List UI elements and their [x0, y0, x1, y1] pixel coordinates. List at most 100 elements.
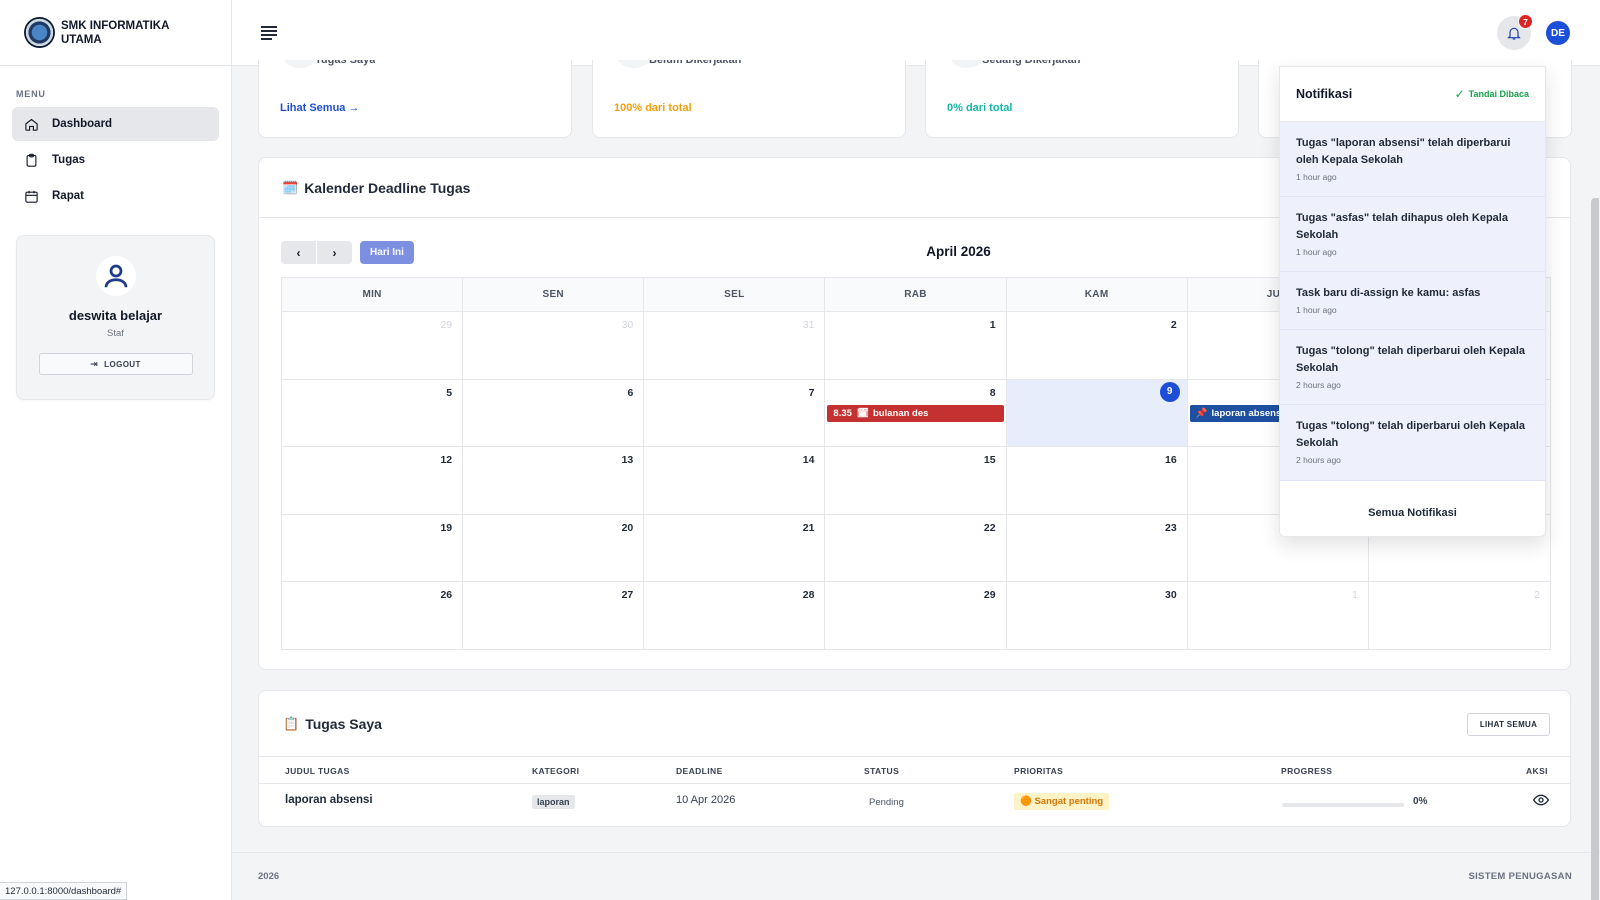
calendar-day[interactable]: 21 — [644, 514, 826, 582]
notification-item[interactable]: Task baru di-assign ke kamu: asfas 1 hour… — [1280, 272, 1545, 330]
sidebar-item-rapat[interactable]: Rapat — [12, 179, 219, 213]
calendar-day[interactable]: 13 — [463, 447, 645, 514]
column-header: KATEGORI — [532, 766, 580, 776]
calendar-day[interactable]: 16 — [1007, 447, 1188, 514]
calendar-day[interactable]: 15 — [825, 447, 1007, 514]
calendar-day[interactable]: 20 — [463, 514, 645, 582]
user-icon — [104, 264, 127, 288]
all-notifications-link[interactable]: Semua Notifikasi — [1280, 489, 1545, 536]
user-avatar[interactable]: DE — [1546, 21, 1570, 45]
day-number: 27 — [621, 589, 634, 602]
category-chip: laporan — [532, 795, 575, 809]
stat-card-my-tasks: Tugas Saya Lihat Semua → — [258, 60, 572, 138]
notification-text: Tugas "tolong" telah diperbarui oleh Kep… — [1296, 420, 1526, 449]
calendar-day[interactable]: 19 — [282, 514, 464, 582]
calendar-day[interactable]: 5 — [282, 379, 464, 447]
day-number: 7 — [808, 386, 815, 399]
notification-time: 1 hour ago — [1296, 247, 1337, 257]
calendar-day[interactable]: 28 — [644, 582, 826, 650]
day-number: 19 — [440, 521, 453, 534]
event-time: 8.35 — [833, 407, 852, 419]
calendar-day[interactable]: 30 — [463, 312, 645, 379]
day-number: 21 — [802, 521, 815, 534]
calendar-day[interactable]: 26 — [282, 582, 464, 650]
profile-role: Staf — [107, 328, 124, 339]
sidebar-item-label: Rapat — [52, 190, 84, 202]
day-number: 26 — [440, 589, 453, 602]
notification-time: 1 hour ago — [1296, 305, 1337, 315]
calendar-day[interactable]: 1 — [1188, 582, 1369, 650]
task-title-link[interactable]: laporan absensi — [285, 794, 373, 806]
notification-button[interactable]: 7 — [1497, 14, 1533, 50]
calendar-icon — [25, 190, 38, 203]
day-number: 1 — [1352, 589, 1358, 602]
calendar-day[interactable]: 2 — [1369, 582, 1550, 650]
clipboard-icon — [26, 153, 37, 167]
day-number: 13 — [621, 454, 634, 467]
notification-dropdown: Notifikasi ✓ Tandai Dibaca Tugas "lapora… — [1279, 66, 1546, 537]
tasks-header: 📋 Tugas Saya — [259, 691, 1570, 757]
calendar-day[interactable]: 30 — [1007, 582, 1188, 650]
see-all-link[interactable]: Lihat Semua → — [280, 102, 359, 114]
weekday-header: RAB — [825, 278, 1007, 311]
view-icon[interactable] — [1533, 794, 1549, 806]
calendar-day[interactable]: 12 — [282, 447, 464, 514]
calendar-event[interactable]: 8.35 🗓 bulanan des — [827, 404, 1004, 422]
mark-as-read-label: Tandai Dibaca — [1468, 89, 1529, 99]
day-number: 29 — [440, 319, 453, 331]
calendar-day[interactable]: 29 — [825, 582, 1007, 650]
day-number: 16 — [1165, 454, 1177, 467]
calendar-day[interactable]: 29 — [282, 312, 464, 379]
notification-time: 1 hour ago — [1296, 172, 1337, 182]
day-number: 2 — [1534, 589, 1540, 602]
calendar-day[interactable]: 14 — [644, 447, 826, 514]
calendar-day[interactable]: 6 — [463, 379, 645, 447]
task-deadline: 10 Apr 2026 — [676, 794, 736, 806]
stat-icon-circle — [617, 60, 651, 68]
day-number: 8 — [989, 386, 996, 399]
divider — [259, 783, 1570, 784]
brand[interactable]: SMK INFORMATIKA UTAMA — [0, 0, 231, 66]
sidebar-item-label: Tugas — [52, 154, 86, 166]
calendar-day[interactable]: 2 — [1007, 312, 1188, 379]
notification-title: Notifikasi — [1296, 87, 1353, 101]
sidebar-item-tugas[interactable]: Tugas — [12, 143, 219, 177]
logout-icon: ⇥ — [90, 358, 99, 369]
notification-item[interactable]: Tugas "tolong" telah diperbarui oleh Kep… — [1280, 405, 1545, 481]
calendar-week-row: 26 27 28 29 30 1 2 — [282, 582, 1550, 650]
column-header: PROGRESS — [1281, 766, 1333, 776]
calendar-day[interactable]: 31 — [644, 312, 826, 379]
footer: 2026 SISTEM PENUGASAN — [232, 852, 1600, 900]
notification-text: Tugas "tolong" telah diperbarui oleh Kep… — [1296, 345, 1526, 374]
sidebar-item-dashboard[interactable]: Dashboard — [12, 107, 219, 141]
menu-toggle-icon[interactable] — [261, 26, 277, 40]
notification-time: 2 hours ago — [1296, 380, 1341, 390]
calendar-day[interactable]: 22 — [825, 514, 1007, 582]
calendar-day[interactable]: 7 — [644, 379, 826, 447]
notification-item[interactable]: Tugas "asfas" telah dihapus oleh Kepala … — [1280, 197, 1545, 272]
menu-title: MENU — [16, 89, 46, 99]
calendar-day[interactable]: 23 — [1007, 514, 1188, 582]
scrollbar[interactable] — [1591, 198, 1599, 900]
calendar-day-today[interactable]: 9 — [1006, 379, 1188, 447]
calendar-day[interactable]: 8 8.35 🗓 bulanan des — [825, 379, 1007, 447]
notification-time: 2 hours ago — [1296, 455, 1341, 465]
day-number: 28 — [802, 589, 815, 602]
see-all-tasks-button[interactable]: LIHAT SEMUA — [1467, 713, 1550, 736]
notification-item[interactable]: Tugas "laporan absensi" telah diperbarui… — [1280, 122, 1545, 197]
day-number: 14 — [802, 454, 815, 467]
progress-bar — [1282, 803, 1404, 807]
logout-button[interactable]: ⇥ LOGOUT — [38, 353, 193, 375]
notification-text: Tugas "laporan absensi" telah diperbarui… — [1296, 137, 1511, 166]
stat-label: Sedang Dikerjakan — [982, 60, 1081, 66]
day-number: 1 — [989, 319, 996, 331]
column-header: AKSI — [1526, 766, 1548, 776]
mark-as-read-button[interactable]: ✓ Tandai Dibaca — [1455, 87, 1529, 101]
status-bar-url: 127.0.0.1:8000/dashboard# — [0, 882, 128, 900]
notification-item[interactable]: Tugas "tolong" telah diperbarui oleh Kep… — [1280, 330, 1545, 405]
day-number: 15 — [983, 454, 996, 467]
status-badge: Pending — [869, 797, 904, 808]
calendar-day[interactable]: 1 — [825, 312, 1007, 379]
column-header: JUDUL TUGAS — [285, 766, 350, 776]
calendar-day[interactable]: 27 — [463, 582, 645, 650]
